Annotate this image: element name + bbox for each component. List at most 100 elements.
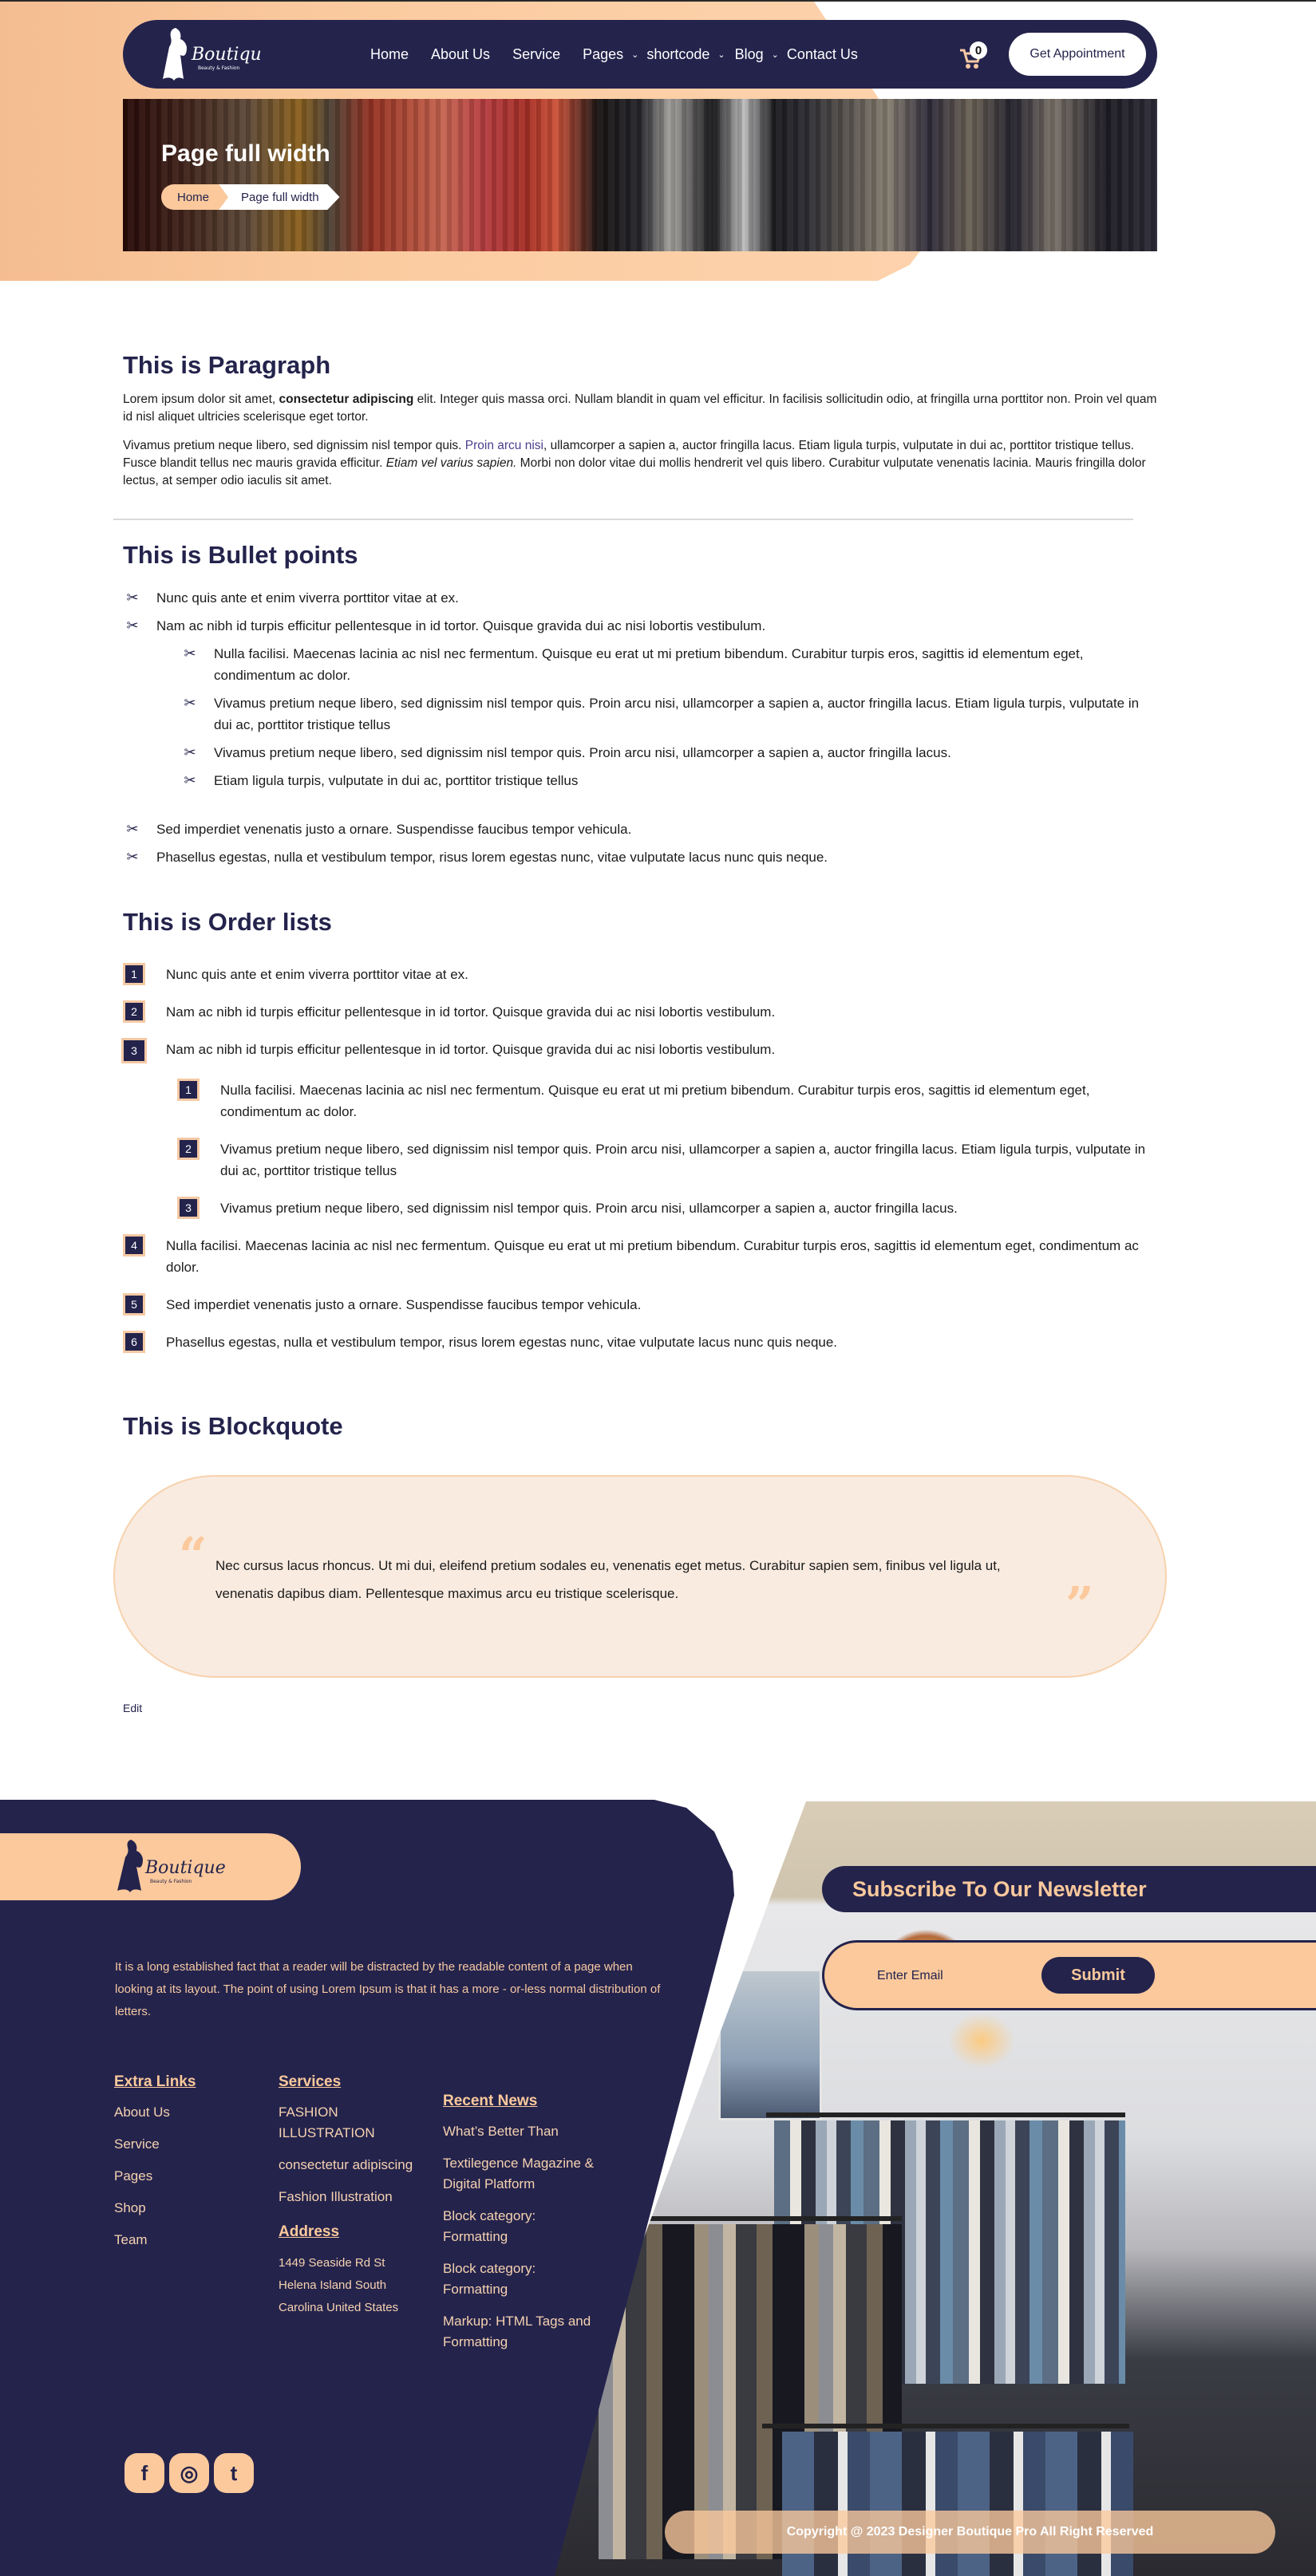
footer-column-title: Services	[279, 2073, 342, 2090]
chevron-down-icon: ⌄	[631, 49, 639, 60]
nav-item-label: Pages	[583, 45, 624, 62]
scissors-icon: ✂	[126, 617, 139, 633]
site-logo[interactable]: Boutique Beauty & Fashion	[156, 25, 272, 85]
twitter-button[interactable]: t	[214, 2453, 254, 2493]
newsletter-submit-button[interactable]: Submit	[1041, 1957, 1155, 1994]
footer-news-link[interactable]: Markup: HTML Tags and Formatting	[443, 2311, 595, 2353]
footer-news-link[interactable]: Block category: Formatting	[443, 2206, 595, 2247]
footer-link[interactable]: Pages	[114, 2166, 266, 2187]
nav-item-blog[interactable]: Blog ⌄	[735, 46, 779, 63]
ordered-list: 1 Nunc quis ante et enim viverra porttito…	[121, 963, 1157, 1063]
photo-rack	[762, 2424, 1129, 2428]
section-title: This is Paragraph	[123, 351, 331, 379]
nav-item-home[interactable]: Home	[370, 46, 409, 63]
blockquote-text: Nec cursus lacus rhoncus. Ut mi dui, ele…	[215, 1558, 1001, 1601]
list-item: ✂ Nulla facilisi. Maecenas lacinia ac nis…	[180, 643, 1157, 686]
list-item-text: Nam ac nibh id turpis efficitur pellente…	[166, 1004, 776, 1020]
nav-item-shortcode[interactable]: shortcode ⌄	[646, 46, 725, 63]
footer-link[interactable]: About Us	[114, 2102, 266, 2123]
list-number-badge: 5	[123, 1293, 145, 1316]
breadcrumb-home[interactable]: Home	[161, 184, 229, 210]
photo-poster	[718, 1969, 822, 2120]
address-line: 1449 Seaside Rd St	[279, 2256, 385, 2270]
list-item-text: Nulla facilisi. Maecenas lacinia ac nisl…	[220, 1083, 1090, 1119]
list-item-text: Phasellus egestas, nulla et vestibulum t…	[166, 1335, 838, 1350]
photo-rack	[766, 2112, 1125, 2117]
ordered-list-item: 1 Nunc quis ante et enim viverra porttito…	[123, 963, 1157, 985]
paragraph-1: Lorem ipsum dolor sit amet, consectetur …	[123, 391, 1157, 426]
section-divider	[113, 519, 1133, 520]
social-links: f ◎ t	[124, 2453, 254, 2493]
newsletter-email-input[interactable]	[877, 1962, 1029, 1990]
facebook-icon: f	[140, 2460, 148, 2485]
breadcrumb: Home Page full width	[161, 184, 340, 210]
scissors-icon: ✂	[184, 695, 196, 711]
primary-nav: Home About Us Service Pages ⌄ shortcode ⌄ Blog ⌄…	[370, 20, 858, 89]
ordered-list-item: 1 Nulla facilisi. Maecenas lacinia ac nis…	[177, 1079, 1157, 1122]
svg-text:Beauty & Fashion: Beauty & Fashion	[150, 1879, 192, 1884]
nav-item-service[interactable]: Service	[512, 46, 560, 63]
bullet-section: This is Bullet points ✂ Nunc quis ante et…	[123, 541, 1157, 874]
get-appointment-button[interactable]: Get Appointment	[1009, 33, 1146, 76]
list-item: ✂ Etiam ligula turpis, vulputate in dui a…	[180, 770, 1157, 791]
scissors-icon: ✂	[126, 849, 139, 865]
photo-clothes	[782, 2432, 1133, 2576]
chevron-down-icon: ⌄	[771, 49, 779, 60]
section-title: This is Order lists	[123, 908, 332, 936]
footer-about-text: It is a long established fact that a rea…	[115, 1960, 661, 2018]
footer-link[interactable]: Shop	[114, 2198, 266, 2219]
list-item-text: Sed imperdiet venenatis justo a ornare. …	[166, 1297, 642, 1312]
instagram-icon: ◎	[180, 2460, 199, 2485]
newsletter-form: Submit	[822, 1940, 1316, 2010]
edit-link[interactable]: Edit	[123, 1702, 142, 1714]
footer-service-link[interactable]: consectetur adipiscing	[279, 2155, 430, 2176]
paragraph-2: Vivamus pretium neque libero, sed dignis…	[123, 437, 1157, 490]
ordered-list-item: 2 Vivamus pretium neque libero, sed digni…	[177, 1138, 1157, 1181]
list-item: ✂ Nam ac nibh id turpis efficitur pellent…	[123, 615, 1157, 637]
footer-link[interactable]: Service	[114, 2134, 266, 2155]
footer-service-link[interactable]: Fashion Illustration	[279, 2187, 430, 2207]
ordered-list-item: 2 Nam ac nibh id turpis efficitur pellent…	[123, 1000, 1157, 1023]
blockquote: “ Nec cursus lacus rhoncus. Ut mi dui, e…	[113, 1475, 1167, 1678]
list-item-text: Phasellus egestas, nulla et vestibulum t…	[156, 850, 828, 865]
list-item-text: Vivamus pretium neque libero, sed dignis…	[220, 1142, 1146, 1178]
nav-item-label: About Us	[431, 45, 491, 62]
footer-link[interactable]: Team	[114, 2230, 266, 2251]
boutique-logo-icon: Boutique Beauty & Fashion	[163, 28, 272, 81]
footer-news-link[interactable]: Block category: Formatting	[443, 2258, 595, 2300]
photo-rack	[646, 2216, 902, 2221]
scissors-icon: ✂	[126, 590, 139, 606]
scissors-icon: ✂	[126, 821, 139, 837]
list-number-badge: 1	[177, 1079, 200, 1101]
footer-address: 1449 Seaside Rd St Helena Island South Car…	[279, 2252, 430, 2319]
list-item-text: Nam ac nibh id turpis efficitur pellente…	[156, 618, 766, 633]
list-item-text: Sed imperdiet venenatis justo a ornare. …	[156, 822, 632, 837]
main-content: This is Paragraph Lorem ipsum dolor sit …	[121, 351, 1157, 1440]
newsletter-title: Subscribe To Our Newsletter	[822, 1866, 1316, 1912]
nav-item-about-us[interactable]: About Us	[431, 46, 490, 63]
section-title: This is Bullet points	[123, 541, 358, 569]
italic-text: Etiam vel varius sapien.	[385, 456, 517, 470]
nav-item-pages[interactable]: Pages ⌄	[583, 46, 638, 63]
instagram-button[interactable]: ◎	[169, 2453, 209, 2493]
scissors-icon: ✂	[184, 744, 196, 760]
nav-item-contact-us[interactable]: Contact Us	[787, 46, 858, 63]
footer-service-link[interactable]: FASHION ILLUSTRATION	[279, 2102, 430, 2144]
footer-news-link[interactable]: Textilegence Magazine & Digital Platform	[443, 2153, 595, 2195]
section-title: This is Blockquote	[123, 1412, 343, 1440]
nested-bullet-list: ✂ Nulla facilisi. Maecenas lacinia ac nis…	[180, 643, 1157, 791]
page-banner: Page full width Home Page full width	[123, 99, 1157, 251]
text: Lorem ipsum dolor sit amet,	[123, 393, 279, 406]
footer-news-link[interactable]: What’s Better Than	[443, 2121, 595, 2142]
list-item-text: Vivamus pretium neque libero, sed dignis…	[220, 1201, 958, 1216]
list-item-text: Nunc quis ante et enim viverra porttitor…	[166, 967, 468, 982]
list-number-badge: 2	[123, 1000, 145, 1023]
page-title: Page full width	[161, 140, 330, 167]
footer-recent-news: Recent News What’s Better Than Textilegen…	[443, 2093, 595, 2364]
main-navbar: Boutique Beauty & Fashion Home About Us Se…	[123, 20, 1157, 89]
inline-link[interactable]: Proin arcu nisi	[465, 439, 543, 452]
top-border	[0, 0, 1316, 2]
bullet-list-continued: ✂ Sed imperdiet venenatis justo a ornare.…	[123, 819, 1157, 868]
facebook-button[interactable]: f	[124, 2453, 164, 2493]
footer-logo[interactable]: Boutique Beauty & Fashion	[113, 1835, 226, 1899]
